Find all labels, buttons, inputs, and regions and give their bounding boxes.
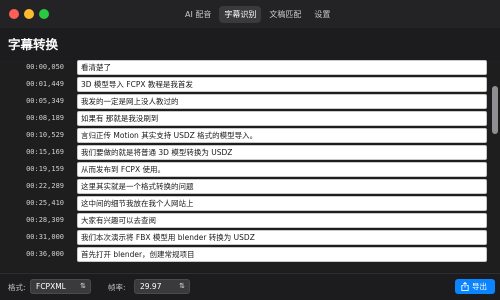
subtitle-row: 00:08,189 如果有 那就是我没刷到 bbox=[0, 111, 500, 126]
subtitle-timestamp: 00:10,529 bbox=[26, 131, 64, 139]
subtitle-text-field[interactable]: 3D 模型导入 FCPX 教程是我首发 bbox=[77, 77, 487, 92]
subtitle-timestamp: 00:36,000 bbox=[26, 250, 64, 258]
subtitle-timestamp: 00:28,309 bbox=[26, 216, 64, 224]
subtitle-row: 00:22,289 这里其实就是一个格式转换的问题 bbox=[0, 179, 500, 194]
up-down-chevron-icon: ⇅ bbox=[179, 282, 185, 290]
subtitle-timestamp: 00:01,449 bbox=[26, 80, 64, 88]
share-icon bbox=[461, 282, 469, 291]
up-down-chevron-icon: ⇅ bbox=[80, 282, 86, 290]
minimize-window-button[interactable] bbox=[24, 9, 34, 19]
fps-select[interactable]: 29.97 ⇅ bbox=[134, 279, 190, 294]
tab-settings[interactable]: 设置 bbox=[309, 6, 335, 23]
subtitle-timestamp: 00:19,159 bbox=[26, 165, 64, 173]
footer-bar: 格式: FCPXML ⇅ 帧率: 29.97 ⇅ 导出 bbox=[0, 274, 500, 300]
scrollbar-thumb[interactable] bbox=[492, 86, 498, 134]
subtitle-list-scrollbar[interactable] bbox=[492, 60, 498, 272]
page-title: 字幕转换 bbox=[8, 37, 59, 52]
subtitle-row: 00:01,449 3D 模型导入 FCPX 教程是我首发 bbox=[0, 77, 500, 92]
subtitle-timestamp: 00:08,189 bbox=[26, 114, 64, 122]
subtitle-row: 00:15,169 我们要做的就是将普通 3D 模型转换为 USDZ bbox=[0, 145, 500, 160]
format-label: 格式: bbox=[8, 283, 26, 292]
window-titlebar: AI 配音 字幕识别 文稿匹配 设置 bbox=[0, 0, 500, 28]
subtitle-text-field[interactable]: 这里其实就是一个格式转换的问题 bbox=[77, 179, 487, 194]
subtitle-timestamp: 00:15,169 bbox=[26, 148, 64, 156]
subtitle-row: 00:36,000 首先打开 blender，创建常规项目 bbox=[0, 247, 500, 262]
subtitle-timestamp: 00:05,349 bbox=[26, 97, 64, 105]
zoom-window-button[interactable] bbox=[39, 9, 49, 19]
subtitle-text-field[interactable]: 大家有兴趣可以去查阅 bbox=[77, 213, 487, 228]
fps-label: 帧率: bbox=[108, 283, 126, 292]
subtitle-row: 00:25,410 这中间的细节我放在我个人网站上 bbox=[0, 196, 500, 211]
format-select[interactable]: FCPXML ⇅ bbox=[30, 279, 91, 294]
export-button[interactable]: 导出 bbox=[455, 279, 495, 294]
subtitle-text-field[interactable]: 首先打开 blender，创建常规项目 bbox=[77, 247, 487, 262]
subtitle-row: 00:00,050 看清楚了 bbox=[0, 60, 500, 75]
subtitle-text-field[interactable]: 我们本次演示将 FBX 模型用 blender 转换为 USDZ bbox=[77, 230, 487, 245]
subtitle-timestamp: 00:31,000 bbox=[26, 233, 64, 241]
fps-select-value: 29.97 bbox=[140, 282, 162, 291]
subtitle-text-field[interactable]: 言归正传 Motion 其实支持 USDZ 格式的模型导入。 bbox=[77, 128, 487, 143]
subtitle-row: 00:19,159 从而发布到 FCPX 使用。 bbox=[0, 162, 500, 177]
subtitle-timestamp: 00:25,410 bbox=[26, 199, 64, 207]
subtitle-list: 00:00,050 看清楚了 00:01,449 3D 模型导入 FCPX 教程… bbox=[0, 60, 500, 272]
subtitle-timestamp: 00:00,050 bbox=[26, 63, 64, 71]
subtitle-text-field[interactable]: 我发的一定是网上没人教过的 bbox=[77, 94, 487, 109]
subtitle-text-field[interactable]: 这中间的细节我放在我个人网站上 bbox=[77, 196, 487, 211]
format-select-value: FCPXML bbox=[36, 282, 66, 291]
subtitle-text-field[interactable]: 我们要做的就是将普通 3D 模型转换为 USDZ bbox=[77, 145, 487, 160]
close-window-button[interactable] bbox=[9, 9, 19, 19]
subtitle-row: 00:10,529 言归正传 Motion 其实支持 USDZ 格式的模型导入。 bbox=[0, 128, 500, 143]
subtitle-text-field[interactable]: 看清楚了 bbox=[77, 60, 487, 75]
tab-subtitle-recognition[interactable]: 字幕识别 bbox=[219, 5, 262, 23]
tab-script-matching[interactable]: 文稿匹配 bbox=[264, 6, 306, 23]
subtitle-text-field[interactable]: 从而发布到 FCPX 使用。 bbox=[77, 162, 487, 177]
subtitle-row: 00:05,349 我发的一定是网上没人教过的 bbox=[0, 94, 500, 109]
subtitle-row: 00:28,309 大家有兴趣可以去查阅 bbox=[0, 213, 500, 228]
subtitle-timestamp: 00:22,289 bbox=[26, 182, 64, 190]
tab-ai-dubbing[interactable]: AI 配音 bbox=[180, 6, 216, 23]
subtitle-row: 00:31,000 我们本次演示将 FBX 模型用 blender 转换为 US… bbox=[0, 230, 500, 245]
subtitle-text-field[interactable]: 如果有 那就是我没刷到 bbox=[77, 111, 487, 126]
export-button-label: 导出 bbox=[472, 282, 487, 291]
tab-bar: AI 配音 字幕识别 文稿匹配 设置 bbox=[180, 5, 338, 23]
